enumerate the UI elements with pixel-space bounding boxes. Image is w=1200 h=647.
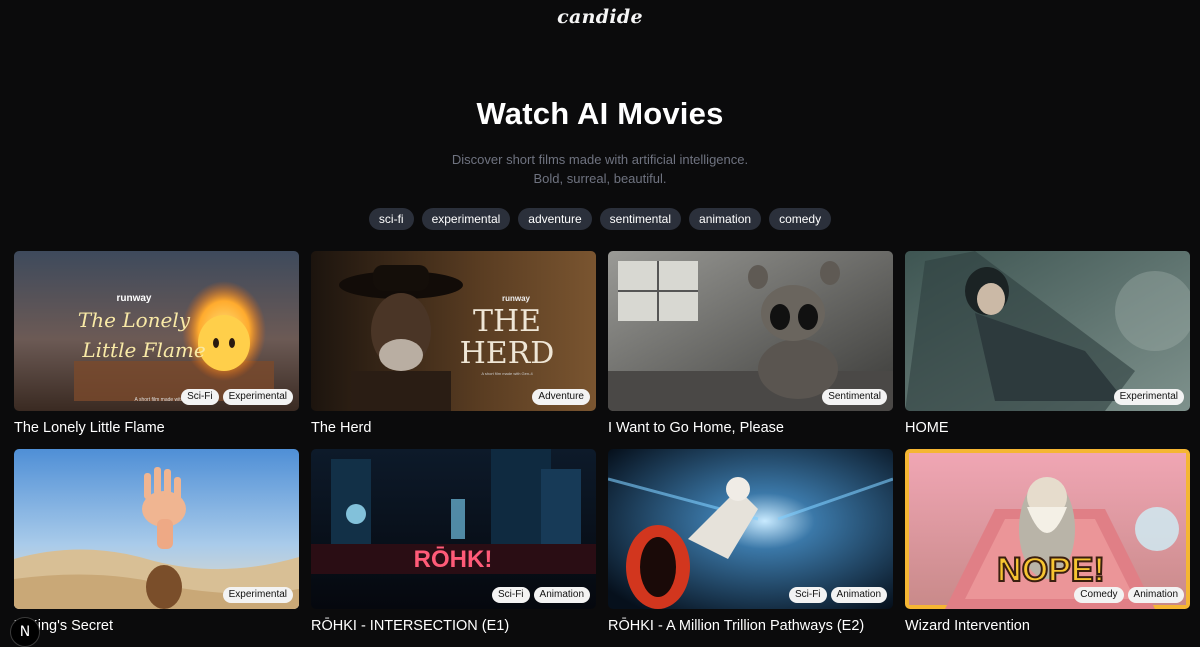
thumbnail-image: runway The Lonely Little Flame A short f… [14, 251, 299, 411]
genre-badges: Sci-Fi Experimental [181, 389, 293, 405]
movie-card[interactable]: Experimental 's King's Secret [14, 449, 299, 634]
movie-thumbnail[interactable]: Sci-Fi Animation [608, 449, 893, 609]
movie-card[interactable]: runway THE HERD A short film made with G… [311, 251, 596, 436]
movie-card[interactable]: NOPE! Comedy Animation Wizard Interventi… [905, 449, 1190, 634]
page-title: Watch AI Movies [476, 96, 724, 131]
genre-badge: Comedy [1074, 587, 1124, 603]
movie-card[interactable]: RŌHK! Sci-Fi Animation RŌHKI - INTERSECT… [311, 449, 596, 634]
movie-card[interactable]: Sentimental I Want to Go Home, Please [608, 251, 893, 436]
genre-badge: Sci-Fi [491, 587, 530, 603]
genre-badge: Animation [1127, 587, 1184, 603]
movie-title[interactable]: HOME [905, 420, 1190, 436]
genre-badges: Sci-Fi Animation [491, 587, 590, 603]
tag-sentimental[interactable]: sentimental [599, 208, 682, 230]
genre-badge: Experimental [1113, 389, 1184, 405]
thumbnail-image [608, 251, 893, 411]
genre-badge: Adventure [532, 389, 590, 405]
genre-badge: Sci-Fi [788, 587, 827, 603]
site-logo[interactable]: candide [0, 6, 1200, 28]
movie-thumbnail[interactable]: Sentimental [608, 251, 893, 411]
movie-card[interactable]: Experimental HOME [905, 251, 1190, 436]
thumbnail-image: NOPE! [909, 453, 1186, 609]
poster-title-line-2: HERD [460, 336, 555, 371]
thumbnail-image [14, 449, 299, 609]
tag-adventure[interactable]: adventure [518, 208, 592, 230]
thumbnail-image: runway THE HERD A short film made with G… [311, 251, 596, 411]
genre-badge: Sentimental [822, 389, 887, 405]
genre-badge: Experimental [222, 389, 293, 405]
dev-tools-badge[interactable]: N [10, 617, 40, 647]
poster-title-line-2: Little Flame [81, 338, 205, 362]
movie-thumbnail[interactable]: Experimental [905, 251, 1190, 411]
poster-title: NOPE! [997, 551, 1105, 589]
poster-brand: runway [502, 294, 531, 303]
movie-title[interactable]: RŌHKI - A Million Trillion Pathways (E2) [608, 618, 893, 634]
movie-grid: runway The Lonely Little Flame A short f… [14, 251, 1190, 634]
genre-badges: Experimental [1113, 389, 1184, 405]
genre-badges: Comedy Animation [1074, 587, 1184, 603]
movie-thumbnail[interactable]: Experimental [14, 449, 299, 609]
poster-title-line-1: THE [473, 304, 541, 339]
movie-title[interactable]: RŌHKI - INTERSECTION (E1) [311, 618, 596, 634]
movie-thumbnail[interactable]: runway THE HERD A short film made with G… [311, 251, 596, 411]
genre-filter-tags: sci-fi experimental adventure sentimenta… [0, 208, 1200, 230]
poster-caption: A short film made with [135, 397, 184, 403]
movie-title[interactable]: 's King's Secret [14, 618, 299, 634]
page-subtitle: Discover short films made with artificia… [0, 150, 1200, 188]
movie-thumbnail[interactable]: NOPE! Comedy Animation [905, 449, 1190, 609]
genre-badge: Animation [830, 587, 887, 603]
genre-badge: Animation [533, 587, 590, 603]
movie-title[interactable]: The Lonely Little Flame [14, 420, 299, 436]
poster-caption: A short film made with Gen-4 [481, 371, 533, 376]
tag-sci-fi[interactable]: sci-fi [368, 208, 414, 230]
movie-card[interactable]: runway The Lonely Little Flame A short f… [14, 251, 299, 436]
tag-comedy[interactable]: comedy [769, 208, 832, 230]
genre-badges: Experimental [222, 587, 293, 603]
movie-title[interactable]: Wizard Intervention [905, 618, 1190, 634]
thumbnail-image: RŌHK! [311, 449, 596, 609]
genre-badges: Sci-Fi Animation [788, 587, 887, 603]
genre-badge: Experimental [222, 587, 293, 603]
movie-card[interactable]: Sci-Fi Animation RŌHKI - A Million Trill… [608, 449, 893, 634]
genre-badge: Sci-Fi [181, 389, 219, 405]
genre-badges: Sentimental [822, 389, 887, 405]
genre-badges: Adventure [532, 389, 590, 405]
poster-title-line-1: The Lonely [78, 308, 191, 332]
hero-section: Watch AI Movies Discover short films mad… [0, 96, 1200, 230]
movie-title[interactable]: The Herd [311, 420, 596, 436]
subtitle-line-2: Bold, surreal, beautiful. [533, 171, 667, 186]
poster-brand: runway [116, 293, 151, 304]
subtitle-line-1: Discover short films made with artificia… [451, 152, 749, 167]
movie-thumbnail[interactable]: runway The Lonely Little Flame A short f… [14, 251, 299, 411]
movie-title[interactable]: I Want to Go Home, Please [608, 420, 893, 436]
poster-title: RŌHK! [414, 546, 493, 573]
thumbnail-image [905, 251, 1190, 411]
tag-animation[interactable]: animation [689, 208, 762, 230]
movie-thumbnail[interactable]: RŌHK! Sci-Fi Animation [311, 449, 596, 609]
tag-experimental[interactable]: experimental [421, 208, 511, 230]
thumbnail-image [608, 449, 893, 609]
